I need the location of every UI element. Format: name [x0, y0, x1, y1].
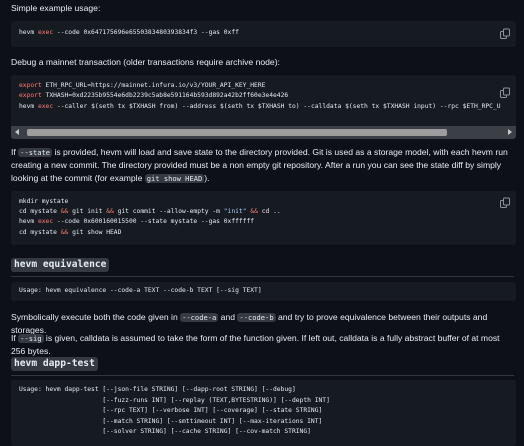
scroll-right-arrow-icon[interactable] — [508, 129, 512, 135]
scrollbar-thumb[interactable] — [27, 129, 447, 136]
copy-icon — [500, 87, 510, 98]
code-lines: mkdir mystate cd mystate && git init && … — [19, 198, 281, 236]
scroll-left-arrow-icon[interactable] — [15, 129, 19, 135]
code-block-dapp-test-usage[interactable]: Usage: hevm dapp-test [--json-file STRIN… — [11, 380, 516, 446]
code-block-equivalence-usage[interactable]: Usage: hevm equivalence --code-a TEXT --… — [11, 282, 516, 301]
heading-divider — [11, 276, 514, 277]
readme-page: Simple example usage: hevm exec --code 0… — [0, 0, 524, 446]
heading-hevm-equivalence: hevm equivalence — [11, 258, 110, 272]
copy-icon — [500, 197, 510, 208]
copy-button[interactable] — [499, 197, 511, 209]
code-block-debug-mainnet[interactable]: export ETH_RPC_URL=https://mainnet.infur… — [11, 75, 516, 139]
copy-button[interactable] — [499, 87, 511, 99]
inline-code-sig: --sig — [18, 334, 44, 343]
simple-usage-text: Simple example usage: — [11, 3, 101, 13]
inline-code-code-a: --code-a — [180, 313, 219, 322]
heading-hevm-dapp-test: hevm dapp-test — [11, 357, 98, 371]
inline-code-state: --state — [18, 148, 53, 157]
state-paragraph: If --state is provided, hevm will load a… — [11, 147, 508, 184]
code-line: hevm exec --code 0x647175696e65503834803… — [19, 29, 239, 36]
heading-divider — [11, 375, 514, 376]
inline-code-git-show: git show HEAD — [144, 174, 205, 184]
horizontal-scrollbar[interactable] — [11, 126, 516, 139]
code-block-simple-exec[interactable]: hevm exec --code 0x647175696e65503834803… — [11, 21, 516, 47]
copy-icon — [500, 28, 510, 39]
code-line: Usage: hevm equivalence --code-a TEXT --… — [19, 287, 262, 294]
copy-button[interactable] — [499, 28, 511, 40]
debug-mainnet-text: Debug a mainnet transaction (older trans… — [11, 57, 280, 67]
code-block-state-example[interactable]: mkdir mystate cd mystate && git init && … — [11, 191, 516, 245]
code-lines: Usage: hevm dapp-test [--json-file STRIN… — [19, 386, 330, 436]
code-lines: export ETH_RPC_URL=https://mainnet.infur… — [19, 82, 501, 110]
sig-description: If --sig is given, calldata is assumed t… — [11, 333, 500, 357]
inline-code-code-b: --code-b — [237, 313, 276, 322]
